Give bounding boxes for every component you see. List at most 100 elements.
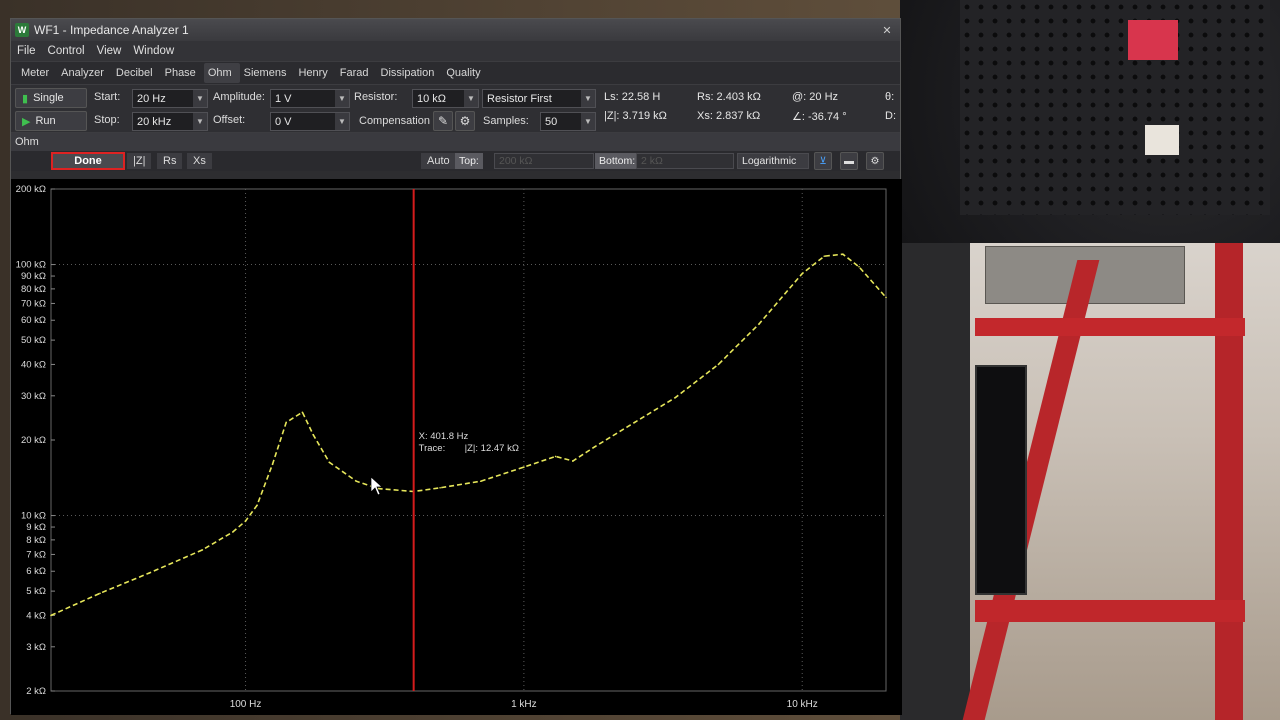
trace-point (758, 323, 760, 325)
y-tick-label: 50 kΩ (21, 335, 46, 346)
trace-point (823, 255, 826, 257)
trace-point (801, 272, 804, 275)
single-icon: ▮ (22, 92, 29, 105)
x-tick-label: 10 kHz (787, 699, 818, 710)
top-value: 200 kΩ (499, 155, 533, 167)
tab-quality[interactable]: Quality (442, 63, 488, 83)
trace-point (439, 487, 441, 489)
single-label: Single (33, 92, 64, 104)
x-tick-label: 1 kHz (511, 699, 537, 710)
y-tick-label: 200 kΩ (16, 184, 46, 195)
panel-title: Ohm (15, 136, 39, 148)
stop-frequency-combo[interactable]: 20 kHz ▼ (132, 112, 208, 131)
theta-readout: θ: (885, 91, 895, 103)
menu-file[interactable]: File (17, 45, 36, 57)
wrench-icon[interactable]: ✎ (433, 111, 453, 131)
chevron-down-icon[interactable]: ▼ (193, 113, 207, 130)
top-input[interactable]: 200 kΩ (494, 153, 594, 169)
tab-decibel[interactable]: Decibel (112, 63, 161, 83)
menu-view[interactable]: View (97, 45, 122, 57)
done-button[interactable]: Done (51, 152, 125, 170)
monitor-photo (975, 365, 1027, 595)
trace-point (717, 363, 720, 366)
trace-point (885, 296, 887, 299)
chevron-down-icon[interactable]: ▼ (581, 113, 595, 130)
tab-farad[interactable]: Farad (336, 63, 377, 83)
trace-point (232, 531, 234, 533)
tab-ohm[interactable]: Ohm (203, 63, 240, 83)
trace-point (99, 592, 101, 595)
trace-point (355, 480, 358, 483)
x-tick-label: 100 Hz (230, 699, 262, 710)
menu-window[interactable]: Window (133, 45, 174, 57)
chevron-down-icon[interactable]: ▼ (581, 90, 595, 107)
impedance-plot[interactable]: 100 Hz 1 kHz 10 kHz 200 kΩ 100 kΩ 90 kΩ 80 kΩ 7… (11, 179, 902, 715)
chevron-down-icon[interactable]: ▼ (335, 90, 349, 107)
trace-point (554, 455, 557, 458)
trace-point (244, 520, 247, 522)
scale-combo[interactable]: Logarithmic (737, 153, 809, 169)
bottom-input[interactable]: 2 kΩ (636, 153, 734, 169)
top-label: Top: (455, 153, 483, 169)
tab-siemens[interactable]: Siemens (240, 63, 295, 83)
xs-readout: Xs: 2.837 kΩ (697, 110, 761, 122)
resistor-combo[interactable]: 10 kΩ ▼ (412, 89, 479, 108)
trace-point (674, 396, 677, 399)
trace-point (148, 572, 150, 574)
impedance-chart[interactable]: 100 Hz 1 kHz 10 kHz 200 kΩ 100 kΩ90 kΩ 80 kΩ 7… (11, 179, 902, 715)
offset-label: Offset: (213, 114, 246, 126)
y-tick-label: 2 kΩ (26, 686, 46, 697)
tab-henry[interactable]: Henry (294, 63, 335, 83)
resistor-mode-combo[interactable]: Resistor First ▼ (482, 89, 596, 108)
module-photo (1145, 125, 1179, 155)
trace-point (633, 421, 636, 424)
plot-toolbar: Done |Z| Rs Xs Auto Top: 200 kΩ Bottom: … (11, 151, 900, 171)
offset-combo[interactable]: 0 V ▼ (270, 112, 350, 131)
trace-point (523, 466, 525, 468)
view-tabs: Meter Analyzer Decibel Phase Ohm Siemens… (11, 61, 900, 85)
chevron-down-icon[interactable]: ▼ (464, 90, 478, 107)
run-label: Run (35, 115, 56, 127)
start-frequency-combo[interactable]: 20 Hz ▼ (132, 89, 208, 108)
close-window-button[interactable]: ✕ (874, 22, 900, 38)
start-label: Start: (94, 91, 121, 103)
samples-combo[interactable]: 50 ▼ (540, 112, 596, 131)
offset-value: 0 V (275, 115, 292, 128)
auto-button[interactable]: Auto (421, 153, 456, 169)
tab-meter[interactable]: Meter (17, 63, 57, 83)
trace-point (271, 463, 274, 466)
tab-dissipation[interactable]: Dissipation (377, 63, 443, 83)
samples-value: 50 (545, 115, 558, 128)
amplitude-combo[interactable]: 1 V ▼ (270, 89, 350, 108)
trace-point (842, 253, 844, 255)
single-button[interactable]: ▮ Single (15, 88, 87, 108)
y-tick-label: 9 kΩ (26, 522, 46, 533)
trace-point (50, 614, 52, 617)
trace-point (479, 480, 482, 483)
chevron-down-icon[interactable]: ▼ (193, 90, 207, 107)
trace-point (201, 549, 204, 551)
trace-tab-rs[interactable]: Rs (157, 153, 183, 169)
d-readout: D: (885, 110, 896, 122)
pegboard-photo (960, 0, 1270, 215)
trace-point (858, 265, 860, 268)
minimize-panel-icon[interactable]: ▬ (840, 152, 858, 170)
gear-icon[interactable]: ⚙ (866, 152, 884, 170)
chevron-down-icon[interactable]: ▼ (335, 113, 349, 130)
resistor-mode-value: Resistor First (487, 92, 552, 105)
menu-control[interactable]: Control (48, 45, 85, 57)
tab-phase[interactable]: Phase (161, 63, 204, 83)
run-button[interactable]: ▶ Run (15, 111, 87, 131)
trace-tab-xs[interactable]: Xs (187, 153, 212, 169)
cursor-icon[interactable]: ⊻ (814, 152, 832, 170)
photo-strip (900, 243, 970, 720)
trace-tab-z[interactable]: |Z| (127, 153, 152, 169)
cursor-trace-label: Trace: (419, 443, 446, 454)
gear-icon[interactable]: ⚙ (455, 111, 475, 131)
cursor-x-label: X: 401.8 Hz (419, 431, 469, 442)
tab-analyzer[interactable]: Analyzer (57, 63, 112, 83)
frequency-readout: @: 20 Hz (792, 91, 839, 103)
app-icon: W (15, 23, 29, 37)
y-tick-label: 100 kΩ (16, 260, 46, 271)
trace-point (594, 445, 596, 448)
